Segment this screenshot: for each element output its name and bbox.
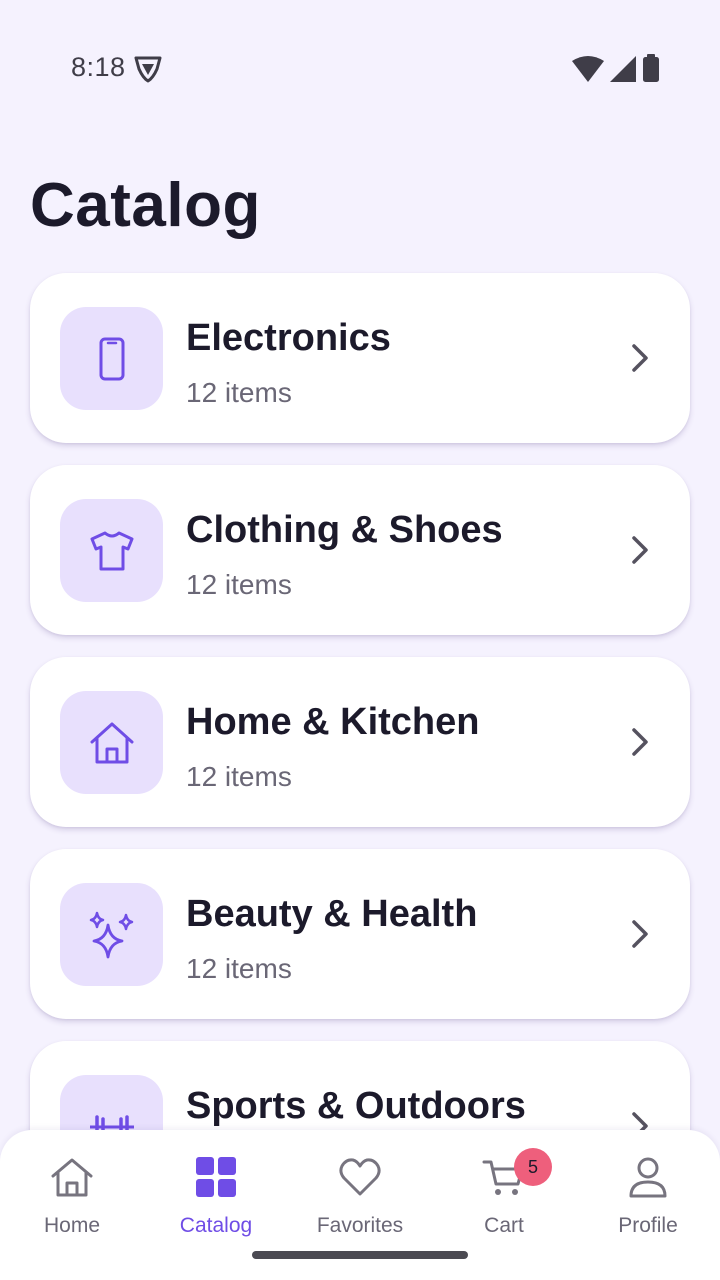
battery-icon <box>643 54 659 82</box>
home-indicator-bar[interactable] <box>252 1251 468 1259</box>
status-icons <box>572 54 660 82</box>
nav-item-home[interactable]: Home <box>0 1154 144 1254</box>
category-icon-tile <box>60 307 163 410</box>
category-count: 12 items <box>186 569 292 600</box>
sparkles-icon <box>89 911 133 958</box>
category-card-beauty-health[interactable]: Beauty & Health 12 items <box>30 849 690 1019</box>
nav-item-cart[interactable]: 5 Cart <box>432 1148 576 1254</box>
category-icon-tile <box>60 691 163 794</box>
smartphone-icon <box>99 337 124 380</box>
category-icon-tile <box>60 883 163 986</box>
wifi-icon <box>572 56 604 82</box>
category-icon-tile <box>60 499 163 602</box>
category-name: Sports & Outdoors <box>186 1085 526 1127</box>
status-bar: 8:18 <box>0 0 720 138</box>
home-icon <box>51 1158 93 1197</box>
nav-item-catalog[interactable]: Catalog <box>144 1154 288 1254</box>
category-count: 12 items <box>186 953 292 984</box>
category-list[interactable]: Electronics 12 items Clothing & Shoes 12… <box>30 273 690 1233</box>
category-name: Home & Kitchen <box>186 701 480 743</box>
nav-item-favorites[interactable]: Favorites <box>288 1154 432 1254</box>
nav-item-profile[interactable]: Profile <box>576 1154 720 1254</box>
category-count: 12 items <box>186 761 292 792</box>
heart-icon <box>339 1158 381 1196</box>
nav-label: Home <box>43 1214 101 1237</box>
category-card-electronics[interactable]: Electronics 12 items <box>30 273 690 443</box>
status-time: 8:18 <box>71 52 126 82</box>
tshirt-icon <box>90 531 133 570</box>
chevron-right-icon <box>632 920 648 948</box>
catalog-screen: 8:18 Catalog Electronics 12 items Clothi… <box>0 0 720 1280</box>
chevron-right-icon <box>632 728 648 756</box>
cart-count-badge: 5 <box>514 1148 552 1186</box>
nav-label: Profile <box>618 1214 678 1237</box>
chevron-right-icon <box>632 536 648 564</box>
category-name: Beauty & Health <box>186 893 478 935</box>
nav-label: Cart <box>484 1214 524 1237</box>
category-count: 12 items <box>186 377 292 408</box>
house-icon <box>90 722 133 763</box>
cellular-signal-icon <box>610 56 636 82</box>
vpn-shield-icon <box>134 56 162 83</box>
page-title: Catalog <box>30 171 261 240</box>
category-card-home-kitchen[interactable]: Home & Kitchen 12 items <box>30 657 690 827</box>
nav-label: Catalog <box>179 1214 253 1237</box>
category-card-clothing-shoes[interactable]: Clothing & Shoes 12 items <box>30 465 690 635</box>
category-name: Electronics <box>186 317 391 359</box>
chevron-right-icon <box>632 344 648 372</box>
category-name: Clothing & Shoes <box>186 509 503 551</box>
person-icon <box>629 1157 667 1198</box>
grid-icon <box>196 1157 236 1197</box>
nav-label: Favorites <box>316 1214 404 1237</box>
